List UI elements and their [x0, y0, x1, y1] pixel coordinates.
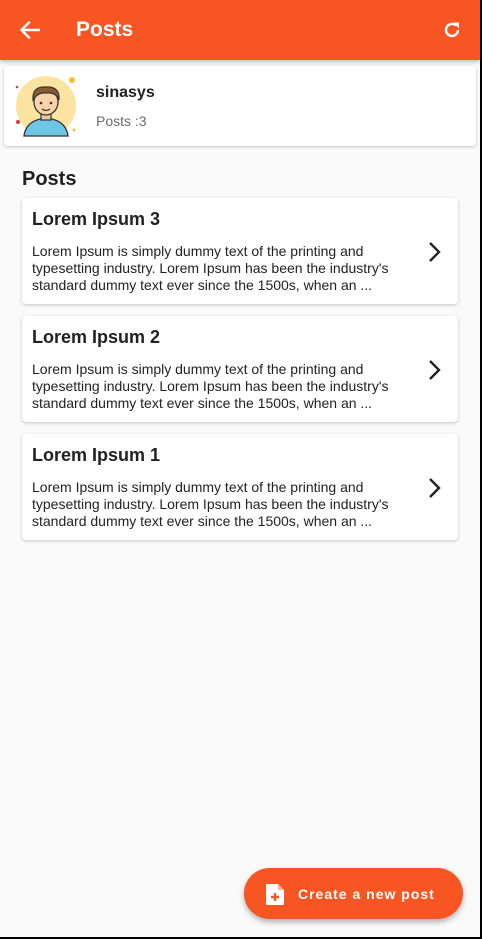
post-title: Lorem Ipsum 3 — [32, 209, 161, 229]
post-card[interactable]: Lorem Ipsum 2 Lorem Ipsum is simply dumm… — [22, 316, 458, 422]
chevron-right-icon — [429, 242, 441, 262]
post-title: Lorem Ipsum 2 — [32, 327, 161, 347]
post-card[interactable]: Lorem Ipsum 3 Lorem Ipsum is simply dumm… — [22, 198, 458, 304]
create-post-label: Create a new post — [298, 885, 435, 902]
refresh-icon — [444, 22, 460, 38]
post-card[interactable]: Lorem Ipsum 1 Lorem Ipsum is simply dumm… — [22, 434, 458, 540]
post-body: Lorem Ipsum is simply dummy text of the … — [32, 243, 389, 293]
post-body: Lorem Ipsum is simply dummy text of the … — [32, 479, 389, 529]
page-title: Posts — [76, 18, 134, 41]
post-title: Lorem Ipsum 1 — [32, 445, 161, 465]
profile-card: sinasys Posts :3 — [4, 66, 476, 146]
user-avatar — [15, 76, 76, 137]
post-count: Posts :3 — [96, 112, 147, 129]
app-bar: Posts — [0, 0, 480, 60]
refresh-button[interactable] — [424, 0, 480, 60]
post-body: Lorem Ipsum is simply dummy text of the … — [32, 361, 389, 411]
create-post-button[interactable]: Create a new post — [244, 868, 463, 919]
username: sinasys — [96, 83, 155, 101]
arrow-left-icon — [20, 21, 40, 39]
add-document-icon — [266, 883, 284, 905]
back-button[interactable] — [0, 0, 60, 60]
posts-section-title: Posts — [22, 168, 77, 190]
chevron-right-icon — [429, 360, 441, 380]
posts-screen: Posts sinasys Posts :3 Posts Lorem Ipsum… — [0, 0, 480, 937]
chevron-right-icon — [429, 478, 441, 498]
